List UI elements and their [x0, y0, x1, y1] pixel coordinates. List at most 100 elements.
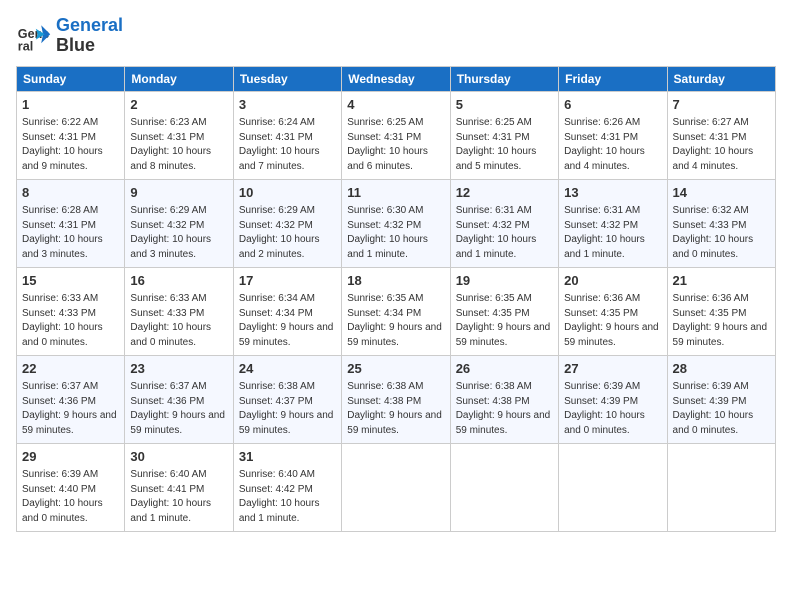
calendar-cell: 26 Sunrise: 6:38 AMSunset: 4:38 PMDaylig…	[450, 355, 558, 443]
day-number: 10	[239, 184, 336, 202]
calendar-cell: 8 Sunrise: 6:28 AMSunset: 4:31 PMDayligh…	[17, 179, 125, 267]
day-info: Sunrise: 6:38 AMSunset: 4:38 PMDaylight:…	[456, 381, 551, 436]
week-row-3: 15 Sunrise: 6:33 AMSunset: 4:33 PMDaylig…	[17, 267, 776, 355]
day-info: Sunrise: 6:36 AMSunset: 4:35 PMDaylight:…	[564, 293, 659, 348]
calendar-cell	[559, 443, 667, 531]
calendar-cell: 10 Sunrise: 6:29 AMSunset: 4:32 PMDaylig…	[233, 179, 341, 267]
day-number: 31	[239, 448, 336, 466]
day-info: Sunrise: 6:26 AMSunset: 4:31 PMDaylight:…	[564, 117, 645, 172]
day-info: Sunrise: 6:40 AMSunset: 4:42 PMDaylight:…	[239, 469, 320, 524]
calendar-cell	[450, 443, 558, 531]
calendar-cell: 11 Sunrise: 6:30 AMSunset: 4:32 PMDaylig…	[342, 179, 450, 267]
day-number: 26	[456, 360, 553, 378]
day-number: 1	[22, 96, 119, 114]
day-number: 17	[239, 272, 336, 290]
calendar-cell: 13 Sunrise: 6:31 AMSunset: 4:32 PMDaylig…	[559, 179, 667, 267]
weekday-header-friday: Friday	[559, 66, 667, 91]
week-row-1: 1 Sunrise: 6:22 AMSunset: 4:31 PMDayligh…	[17, 91, 776, 179]
day-number: 18	[347, 272, 444, 290]
weekday-header-monday: Monday	[125, 66, 233, 91]
calendar-cell: 18 Sunrise: 6:35 AMSunset: 4:34 PMDaylig…	[342, 267, 450, 355]
week-row-4: 22 Sunrise: 6:37 AMSunset: 4:36 PMDaylig…	[17, 355, 776, 443]
day-number: 25	[347, 360, 444, 378]
calendar-cell	[667, 443, 775, 531]
day-number: 21	[673, 272, 770, 290]
day-number: 9	[130, 184, 227, 202]
day-info: Sunrise: 6:23 AMSunset: 4:31 PMDaylight:…	[130, 117, 211, 172]
week-row-2: 8 Sunrise: 6:28 AMSunset: 4:31 PMDayligh…	[17, 179, 776, 267]
calendar-cell: 19 Sunrise: 6:35 AMSunset: 4:35 PMDaylig…	[450, 267, 558, 355]
day-info: Sunrise: 6:33 AMSunset: 4:33 PMDaylight:…	[22, 293, 103, 348]
weekday-header-tuesday: Tuesday	[233, 66, 341, 91]
calendar-cell: 14 Sunrise: 6:32 AMSunset: 4:33 PMDaylig…	[667, 179, 775, 267]
day-info: Sunrise: 6:29 AMSunset: 4:32 PMDaylight:…	[239, 205, 320, 260]
calendar-cell: 16 Sunrise: 6:33 AMSunset: 4:33 PMDaylig…	[125, 267, 233, 355]
calendar-cell: 25 Sunrise: 6:38 AMSunset: 4:38 PMDaylig…	[342, 355, 450, 443]
logo-icon: Gene ral	[16, 18, 52, 54]
calendar-cell: 15 Sunrise: 6:33 AMSunset: 4:33 PMDaylig…	[17, 267, 125, 355]
day-info: Sunrise: 6:34 AMSunset: 4:34 PMDaylight:…	[239, 293, 334, 348]
weekday-header-saturday: Saturday	[667, 66, 775, 91]
calendar-cell: 5 Sunrise: 6:25 AMSunset: 4:31 PMDayligh…	[450, 91, 558, 179]
calendar-cell: 17 Sunrise: 6:34 AMSunset: 4:34 PMDaylig…	[233, 267, 341, 355]
day-info: Sunrise: 6:22 AMSunset: 4:31 PMDaylight:…	[22, 117, 103, 172]
day-number: 19	[456, 272, 553, 290]
day-info: Sunrise: 6:31 AMSunset: 4:32 PMDaylight:…	[456, 205, 537, 260]
day-info: Sunrise: 6:31 AMSunset: 4:32 PMDaylight:…	[564, 205, 645, 260]
day-number: 16	[130, 272, 227, 290]
day-info: Sunrise: 6:39 AMSunset: 4:39 PMDaylight:…	[564, 381, 645, 436]
calendar-cell: 6 Sunrise: 6:26 AMSunset: 4:31 PMDayligh…	[559, 91, 667, 179]
day-info: Sunrise: 6:25 AMSunset: 4:31 PMDaylight:…	[347, 117, 428, 172]
calendar-cell: 30 Sunrise: 6:40 AMSunset: 4:41 PMDaylig…	[125, 443, 233, 531]
day-info: Sunrise: 6:30 AMSunset: 4:32 PMDaylight:…	[347, 205, 428, 260]
calendar-cell: 31 Sunrise: 6:40 AMSunset: 4:42 PMDaylig…	[233, 443, 341, 531]
day-info: Sunrise: 6:25 AMSunset: 4:31 PMDaylight:…	[456, 117, 537, 172]
calendar-cell: 27 Sunrise: 6:39 AMSunset: 4:39 PMDaylig…	[559, 355, 667, 443]
calendar-cell: 20 Sunrise: 6:36 AMSunset: 4:35 PMDaylig…	[559, 267, 667, 355]
day-number: 12	[456, 184, 553, 202]
calendar-cell: 23 Sunrise: 6:37 AMSunset: 4:36 PMDaylig…	[125, 355, 233, 443]
day-info: Sunrise: 6:32 AMSunset: 4:33 PMDaylight:…	[673, 205, 754, 260]
svg-text:ral: ral	[18, 39, 33, 53]
logo: Gene ral GeneralBlue	[16, 16, 123, 56]
day-info: Sunrise: 6:37 AMSunset: 4:36 PMDaylight:…	[130, 381, 225, 436]
day-info: Sunrise: 6:29 AMSunset: 4:32 PMDaylight:…	[130, 205, 211, 260]
day-number: 24	[239, 360, 336, 378]
calendar-cell: 24 Sunrise: 6:38 AMSunset: 4:37 PMDaylig…	[233, 355, 341, 443]
day-info: Sunrise: 6:24 AMSunset: 4:31 PMDaylight:…	[239, 117, 320, 172]
day-info: Sunrise: 6:35 AMSunset: 4:35 PMDaylight:…	[456, 293, 551, 348]
day-number: 4	[347, 96, 444, 114]
day-info: Sunrise: 6:39 AMSunset: 4:40 PMDaylight:…	[22, 469, 103, 524]
day-info: Sunrise: 6:33 AMSunset: 4:33 PMDaylight:…	[130, 293, 211, 348]
calendar-cell: 12 Sunrise: 6:31 AMSunset: 4:32 PMDaylig…	[450, 179, 558, 267]
week-row-5: 29 Sunrise: 6:39 AMSunset: 4:40 PMDaylig…	[17, 443, 776, 531]
weekday-header-thursday: Thursday	[450, 66, 558, 91]
day-info: Sunrise: 6:39 AMSunset: 4:39 PMDaylight:…	[673, 381, 754, 436]
day-info: Sunrise: 6:40 AMSunset: 4:41 PMDaylight:…	[130, 469, 211, 524]
page-header: Gene ral GeneralBlue	[16, 16, 776, 56]
day-number: 29	[22, 448, 119, 466]
day-number: 13	[564, 184, 661, 202]
day-number: 15	[22, 272, 119, 290]
day-info: Sunrise: 6:37 AMSunset: 4:36 PMDaylight:…	[22, 381, 117, 436]
day-info: Sunrise: 6:38 AMSunset: 4:38 PMDaylight:…	[347, 381, 442, 436]
day-number: 3	[239, 96, 336, 114]
day-info: Sunrise: 6:28 AMSunset: 4:31 PMDaylight:…	[22, 205, 103, 260]
day-info: Sunrise: 6:38 AMSunset: 4:37 PMDaylight:…	[239, 381, 334, 436]
day-number: 11	[347, 184, 444, 202]
calendar-cell: 3 Sunrise: 6:24 AMSunset: 4:31 PMDayligh…	[233, 91, 341, 179]
day-number: 6	[564, 96, 661, 114]
day-number: 7	[673, 96, 770, 114]
calendar-cell: 22 Sunrise: 6:37 AMSunset: 4:36 PMDaylig…	[17, 355, 125, 443]
day-number: 27	[564, 360, 661, 378]
day-number: 22	[22, 360, 119, 378]
calendar-cell: 9 Sunrise: 6:29 AMSunset: 4:32 PMDayligh…	[125, 179, 233, 267]
day-number: 2	[130, 96, 227, 114]
weekday-header-row: SundayMondayTuesdayWednesdayThursdayFrid…	[17, 66, 776, 91]
day-info: Sunrise: 6:36 AMSunset: 4:35 PMDaylight:…	[673, 293, 768, 348]
calendar-cell: 7 Sunrise: 6:27 AMSunset: 4:31 PMDayligh…	[667, 91, 775, 179]
calendar-cell: 28 Sunrise: 6:39 AMSunset: 4:39 PMDaylig…	[667, 355, 775, 443]
day-number: 14	[673, 184, 770, 202]
weekday-header-wednesday: Wednesday	[342, 66, 450, 91]
calendar-cell: 2 Sunrise: 6:23 AMSunset: 4:31 PMDayligh…	[125, 91, 233, 179]
